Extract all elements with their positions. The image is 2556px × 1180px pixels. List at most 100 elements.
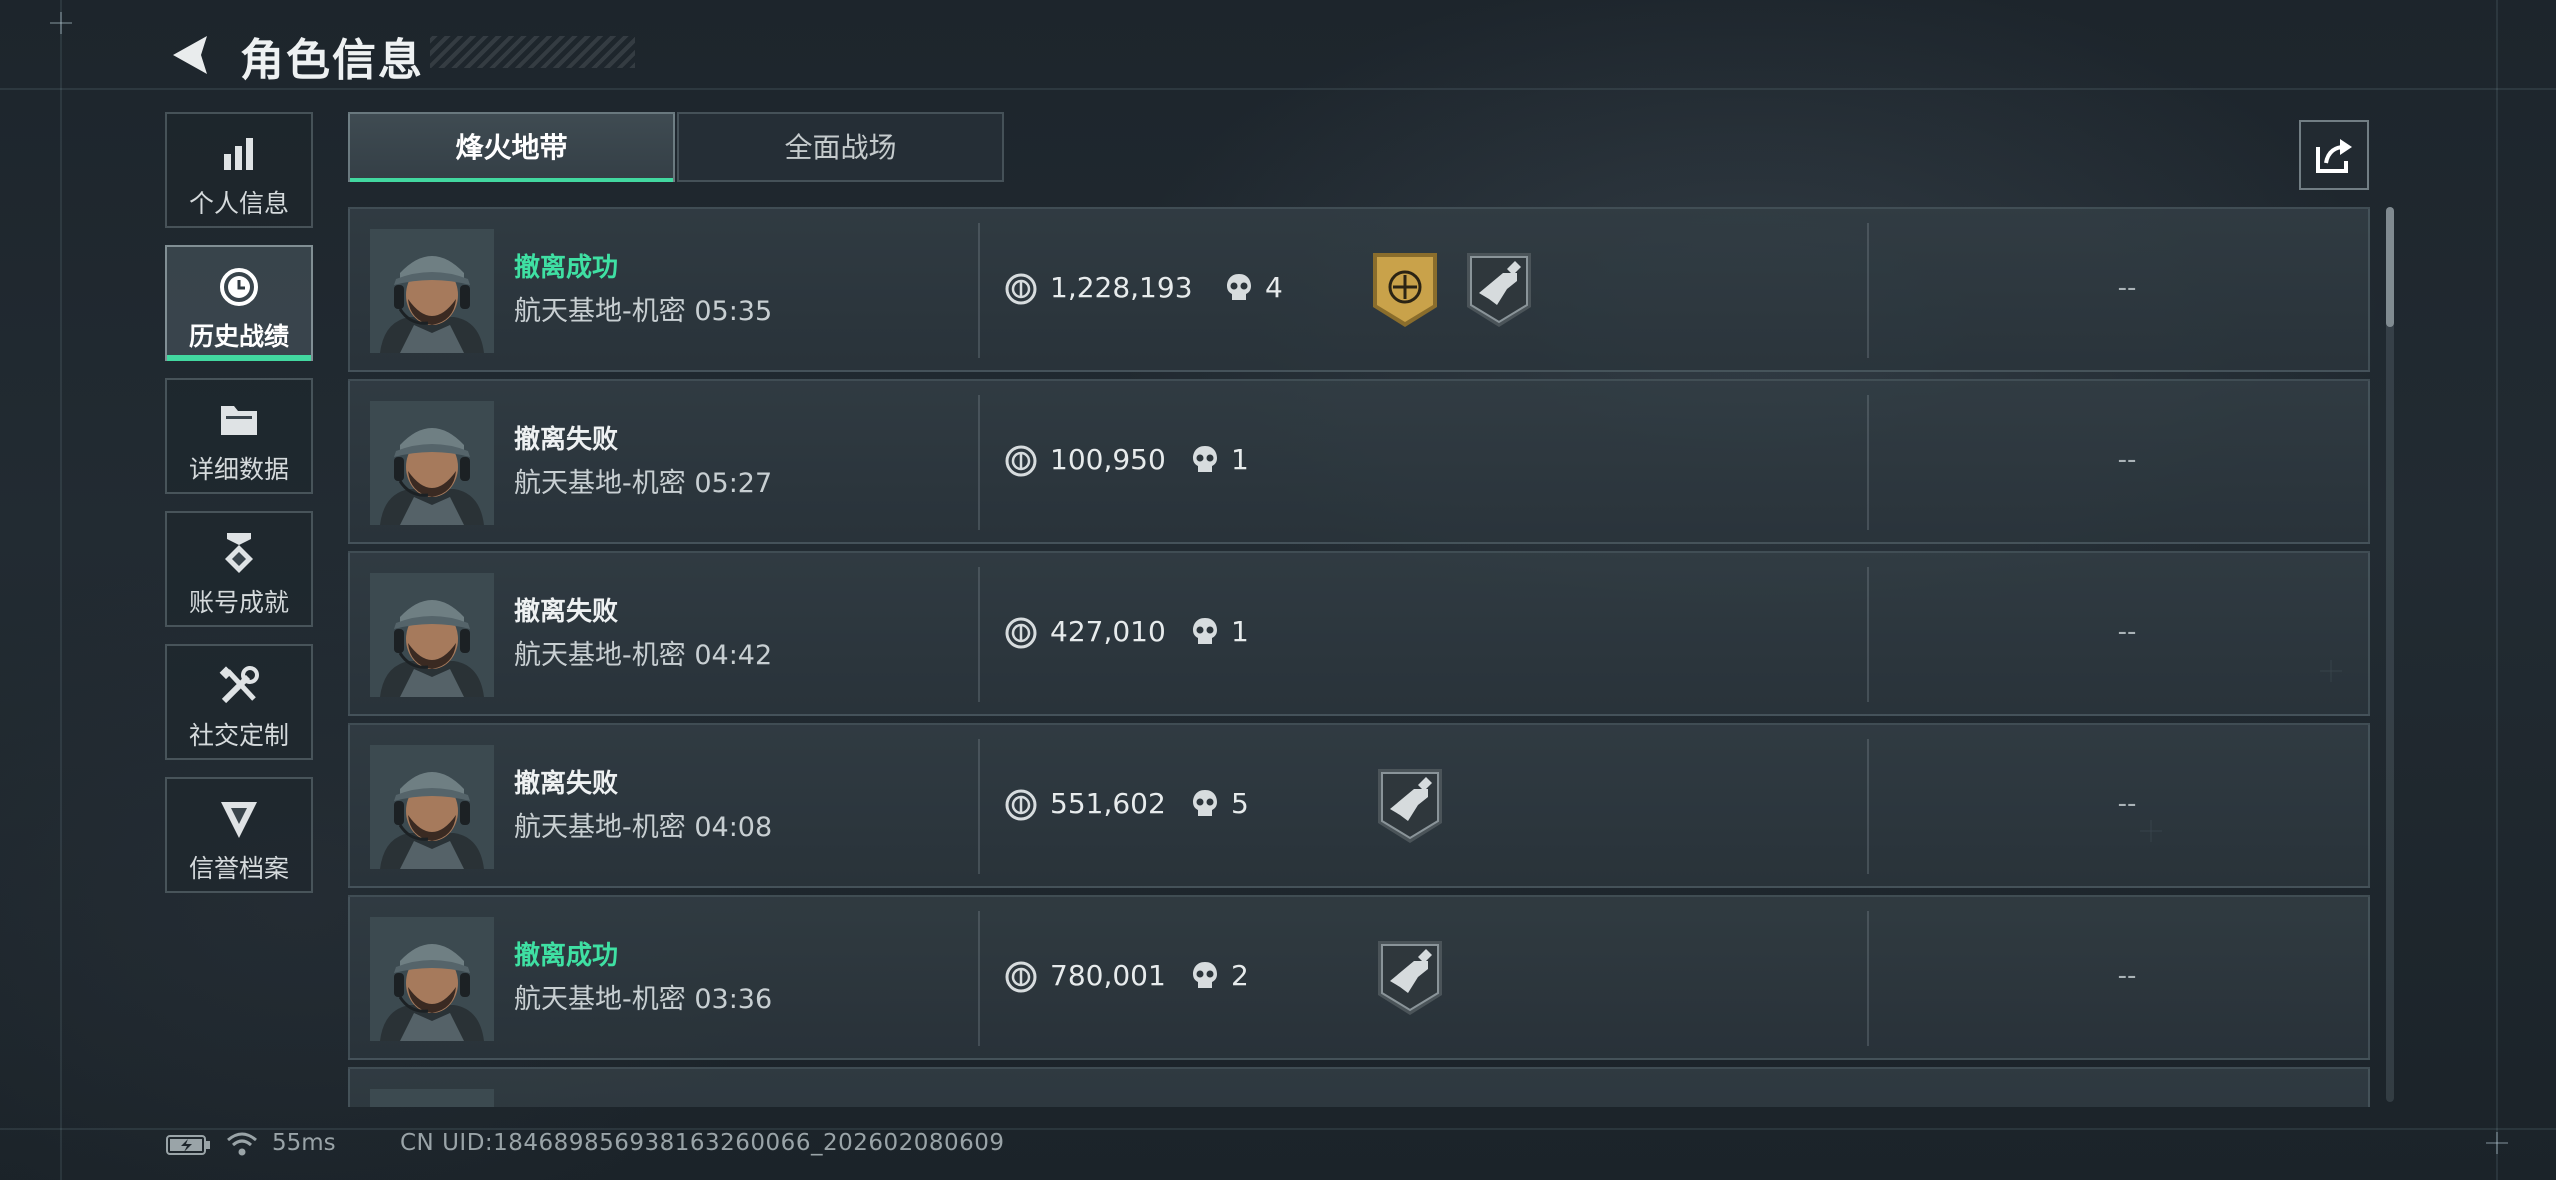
match-row-partial[interactable] (348, 1067, 2370, 1107)
operator-avatar (370, 745, 494, 869)
operator-avatar (370, 401, 494, 525)
row-divider (978, 739, 980, 874)
sidebar-item-label: 信誉档案 (188, 854, 289, 883)
operator-avatar (370, 229, 494, 353)
row-divider (1867, 567, 1869, 702)
extraction-status: 撤离成功 (514, 941, 619, 971)
match-duration: 04:42 (694, 640, 773, 671)
frame-line (0, 1128, 2556, 1130)
battery-charging-icon (166, 1134, 212, 1156)
extraction-status: 撤离失败 (514, 769, 619, 799)
match-duration: 03:36 (694, 984, 773, 1015)
coin-icon (1005, 617, 1037, 649)
extraction-status: 撤离成功 (514, 253, 619, 283)
skull-icon (1191, 960, 1219, 992)
row-divider (978, 567, 980, 702)
medal-icon (167, 531, 311, 575)
frame-line (60, 0, 62, 1180)
loot-value: 1,228,193 (1050, 271, 1193, 304)
skull-icon (1191, 616, 1219, 648)
scrollbar-thumb[interactable] (2386, 207, 2394, 327)
page-title: 角色信息 (240, 35, 424, 86)
match-row[interactable]: 撤离失败 航天基地-机密 05:27 100,950 1 -- (348, 379, 2370, 544)
kill-count: 4 (1265, 271, 1283, 304)
match-row[interactable]: 撤离失败 航天基地-机密 04:42 427,010 1 -- (348, 551, 2370, 716)
loot-value: 780,001 (1050, 959, 1166, 992)
map-name: 航天基地-机密 (514, 640, 686, 671)
back-chevron-icon[interactable] (165, 30, 221, 80)
match-duration: 05:27 (694, 468, 773, 499)
scrollbar-track[interactable] (2386, 207, 2394, 1102)
gold-emblem-badge[interactable] (1369, 249, 1441, 331)
grey-gun-badge[interactable] (1374, 765, 1446, 847)
sidebar-item-credit-record[interactable]: 信誉档案 (165, 777, 313, 893)
operator-avatar (370, 1089, 494, 1107)
operator-avatar (370, 573, 494, 697)
map-name: 航天基地-机密 (514, 812, 686, 843)
extraction-status: 撤离失败 (514, 425, 619, 455)
frame-line (0, 88, 2556, 90)
corner-cross (2486, 1132, 2508, 1154)
tools-icon (167, 664, 311, 708)
share-export-icon (2316, 139, 2352, 173)
kill-count: 2 (1231, 959, 1249, 992)
map-and-duration: 航天基地-机密 05:35 (514, 289, 772, 328)
sidebar-item-social-custom[interactable]: 社交定制 (165, 644, 313, 760)
clock-history-icon (167, 265, 311, 309)
sidebar-item-detailed-data[interactable]: 详细数据 (165, 378, 313, 494)
row-divider (978, 911, 980, 1046)
row-divider (1867, 739, 1869, 874)
kill-count: 1 (1231, 443, 1249, 476)
grey-gun-badge[interactable] (1463, 249, 1535, 331)
kill-count: 5 (1231, 787, 1249, 820)
row-divider (1867, 911, 1869, 1046)
share-button[interactable] (2299, 120, 2369, 190)
match-row[interactable]: 撤离失败 航天基地-机密 04:08 551,602 5 -- (348, 723, 2370, 888)
sidebar-item-achievements[interactable]: 账号成就 (165, 511, 313, 627)
sidebar-item-match-history[interactable]: 历史战绩 (165, 245, 313, 361)
ping-text: 55ms (272, 1130, 336, 1156)
extraction-status: 撤离失败 (514, 597, 619, 627)
uid-text: CN UID:1846898569381632600​66_2026020806… (400, 1130, 1005, 1156)
coin-icon (1005, 961, 1037, 993)
match-row[interactable]: 撤离成功航天基地-机密 05:35 1,228,193 4 -- (348, 207, 2370, 372)
coin-icon (1005, 789, 1037, 821)
bar-chart-icon (167, 132, 311, 176)
grey-gun-badge[interactable] (1374, 937, 1446, 1019)
sidebar-item-label: 社交定制 (188, 721, 289, 750)
frame-line (2496, 0, 2498, 1180)
match-duration: 05:35 (694, 296, 773, 327)
sidebar-item-label: 历史战绩 (188, 322, 289, 351)
row-divider (1867, 223, 1869, 358)
wifi-icon (226, 1130, 258, 1158)
operator-avatar (370, 917, 494, 1041)
skull-icon (1191, 444, 1219, 476)
map-and-duration: 航天基地-机密 05:27 (514, 461, 772, 500)
match-history-list[interactable]: 撤离成功 航天基地-机密 05:35 1,228,193 4 -- 撤离失败 航天基地-机密… (348, 207, 2373, 1107)
row-divider (978, 223, 980, 358)
map-and-duration: 航天基地-机密 04:42 (514, 633, 772, 672)
tab-warzone[interactable]: 烽火地带 (348, 112, 675, 182)
skull-icon (1225, 272, 1253, 304)
tab-full-battlefield[interactable]: 全面战场 (677, 112, 1004, 182)
map-and-duration: 航天基地-机密 03:36 (514, 977, 772, 1016)
extra-info: -- (2117, 273, 2137, 303)
map-name: 航天基地-机密 (514, 984, 686, 1015)
sidebar-item-personal-info[interactable]: 个人信息 (165, 112, 313, 228)
folder-icon (167, 398, 311, 442)
extra-info: -- (2117, 617, 2137, 647)
sidebar-item-label: 个人信息 (188, 189, 289, 218)
kill-count: 1 (1231, 615, 1249, 648)
match-row[interactable]: 撤离成功 航天基地-机密 03:36 780,001 2 -- (348, 895, 2370, 1060)
sidebar-item-label: 账号成就 (188, 588, 289, 617)
title-decoration (430, 36, 635, 68)
map-name: 航天基地-机密 (514, 296, 686, 327)
row-divider (1867, 395, 1869, 530)
loot-value: 100,950 (1050, 443, 1166, 476)
corner-cross (50, 12, 72, 34)
sidebar-item-label: 详细数据 (188, 455, 289, 484)
row-divider (978, 395, 980, 530)
coin-icon (1005, 273, 1037, 305)
extra-info: -- (2117, 789, 2137, 819)
coin-icon (1005, 445, 1037, 477)
